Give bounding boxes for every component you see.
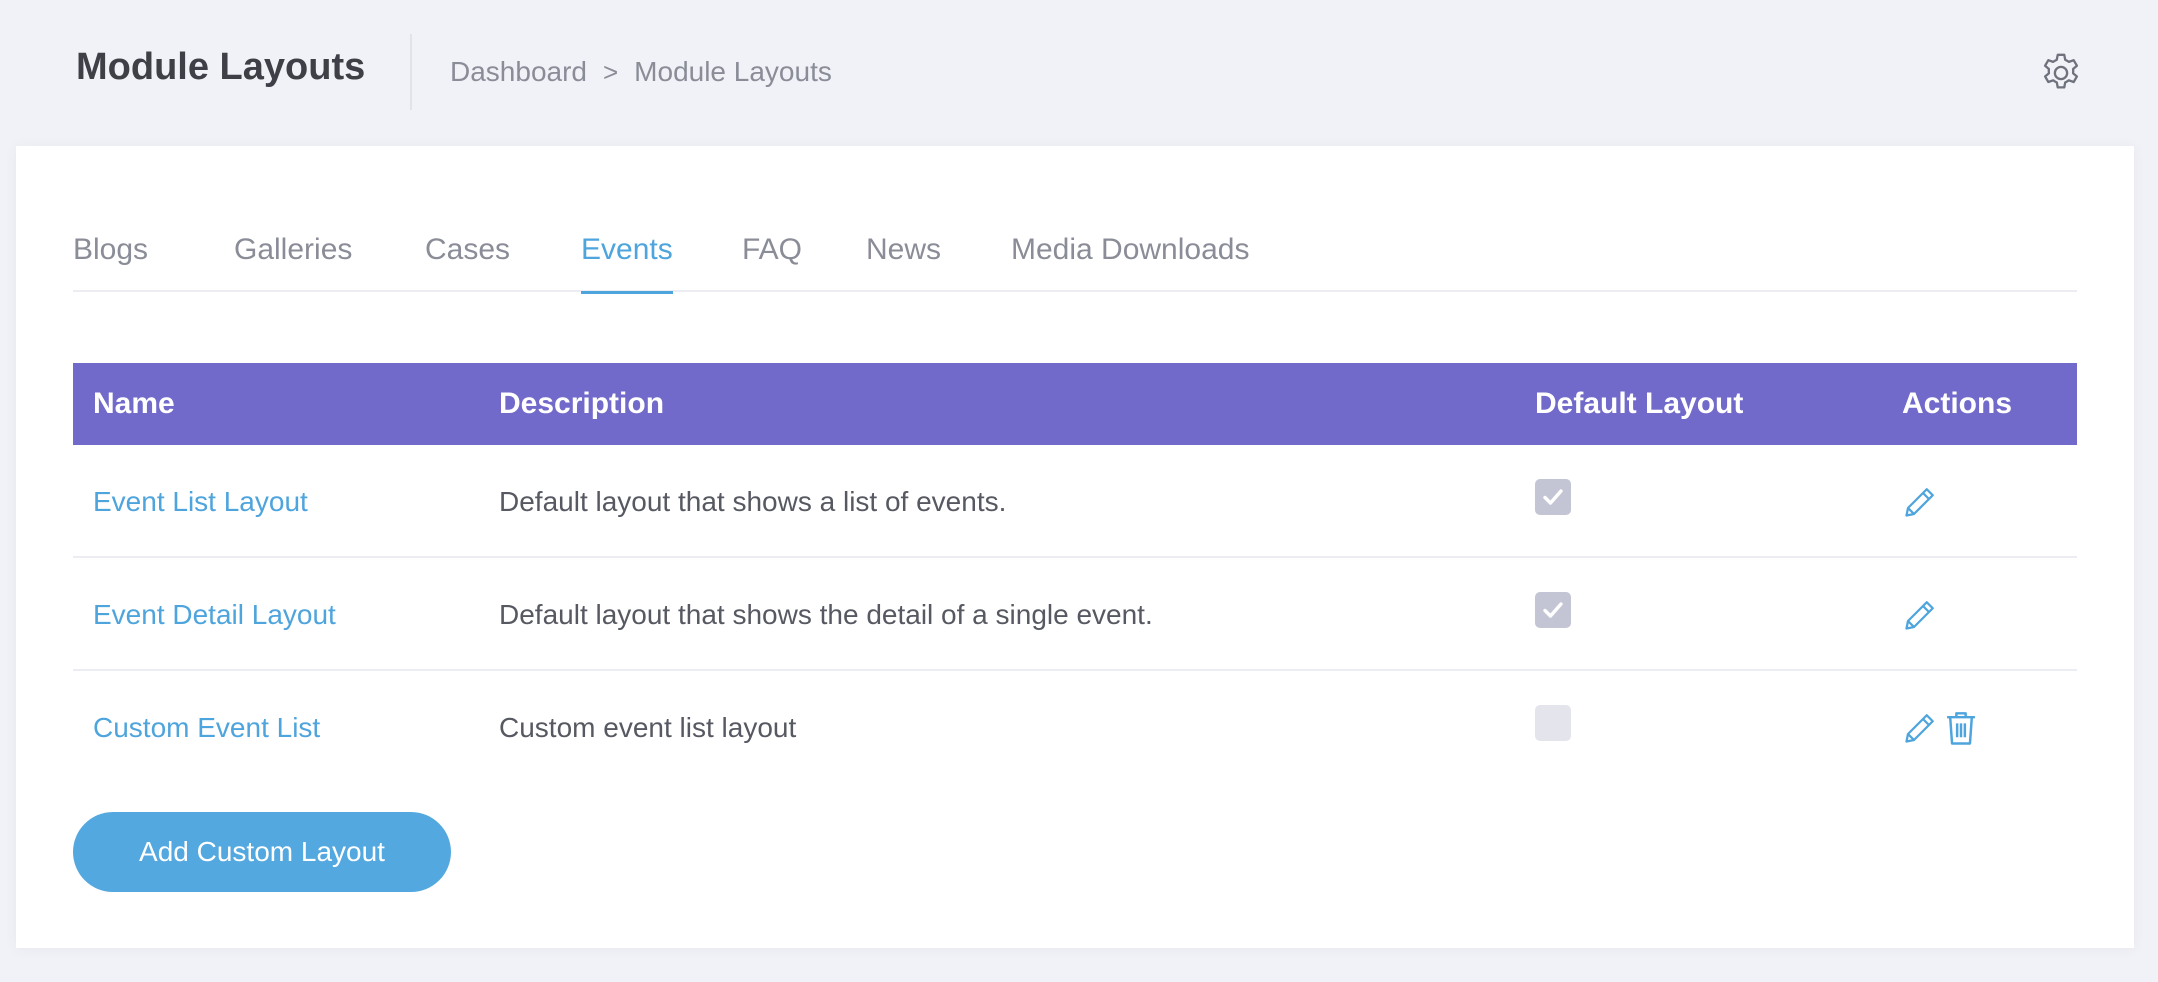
layout-description: Default layout that shows the detail of … <box>499 599 1153 630</box>
table-header: Name Description Default Layout Actions <box>73 363 2077 445</box>
tab-cases[interactable]: Cases <box>425 222 510 292</box>
page-header: Module Layouts Dashboard > Module Layout… <box>0 0 2158 145</box>
tab-events[interactable]: Events <box>581 222 673 294</box>
column-header-default-layout: Default Layout <box>1535 387 1744 420</box>
default-layout-checkbox[interactable] <box>1535 705 1571 741</box>
table-row: Event Detail Layout Default layout that … <box>73 558 2077 671</box>
layouts-table: Name Description Default Layout Actions … <box>73 363 2077 784</box>
edit-icon[interactable] <box>1902 709 1938 747</box>
default-layout-checkbox[interactable] <box>1535 592 1571 628</box>
tab-galleries[interactable]: Galleries <box>234 222 352 292</box>
layout-name-link[interactable]: Event List Layout <box>93 445 308 558</box>
edit-icon[interactable] <box>1902 596 1938 634</box>
tab-faq[interactable]: FAQ <box>742 222 802 292</box>
trash-icon[interactable] <box>1944 709 1980 747</box>
edit-icon[interactable] <box>1902 483 1938 521</box>
check-icon <box>1543 602 1563 618</box>
breadcrumb-dashboard-link[interactable]: Dashboard <box>450 56 587 88</box>
layouts-card: Blogs Galleries Cases Events FAQ News Me… <box>16 146 2134 948</box>
table-row: Event List Layout Default layout that sh… <box>73 445 2077 558</box>
column-header-name: Name <box>93 387 175 420</box>
breadcrumb-module-layouts-link[interactable]: Module Layouts <box>634 56 832 88</box>
layout-name-link[interactable]: Custom Event List <box>93 671 320 784</box>
add-custom-layout-button[interactable]: Add Custom Layout <box>73 812 451 892</box>
table-row: Custom Event List Custom event list layo… <box>73 671 2077 784</box>
check-icon <box>1543 489 1563 505</box>
column-header-description: Description <box>499 387 665 420</box>
layout-name-link[interactable]: Event Detail Layout <box>93 558 336 671</box>
breadcrumb-separator: > <box>602 56 619 87</box>
layout-description: Custom event list layout <box>499 712 797 743</box>
column-header-actions: Actions <box>1902 387 2013 420</box>
page-title: Module Layouts <box>76 46 366 88</box>
tab-media-downloads[interactable]: Media Downloads <box>1011 222 1249 292</box>
module-tabs: Blogs Galleries Cases Events FAQ News Me… <box>73 222 2077 294</box>
tab-news[interactable]: News <box>866 222 941 292</box>
default-layout-checkbox[interactable] <box>1535 479 1571 515</box>
breadcrumb: Dashboard > Module Layouts <box>450 56 832 88</box>
gear-icon[interactable] <box>2038 50 2084 96</box>
header-divider <box>410 34 412 110</box>
tab-blogs[interactable]: Blogs <box>73 222 148 292</box>
layout-description: Default layout that shows a list of even… <box>499 486 1007 517</box>
